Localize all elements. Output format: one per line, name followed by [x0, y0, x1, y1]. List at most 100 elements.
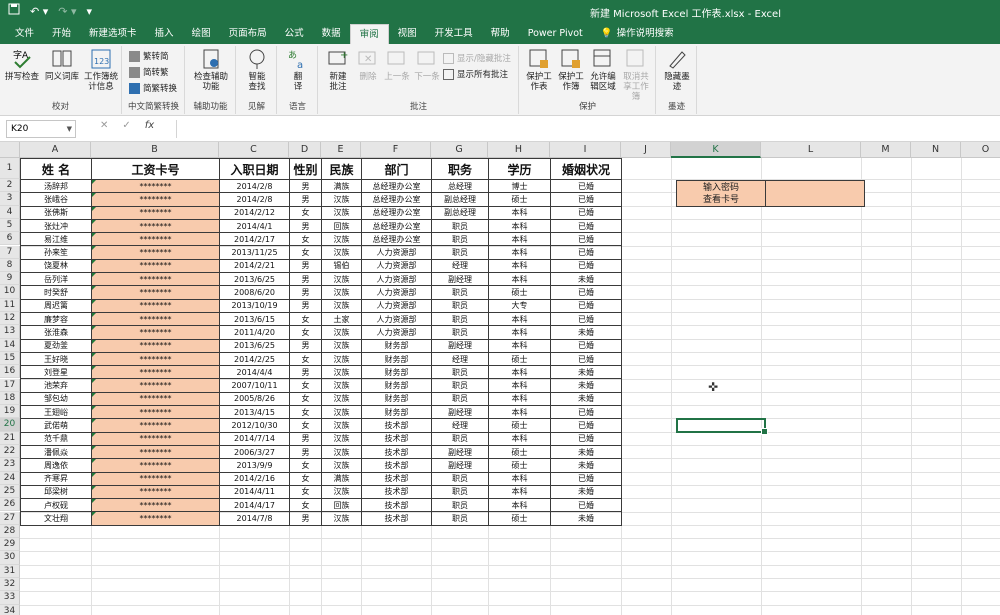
- table-cell[interactable]: 财务部: [361, 338, 432, 353]
- column-header-i[interactable]: I: [550, 142, 621, 158]
- table-cell[interactable]: 本科: [488, 272, 551, 287]
- table-cell[interactable]: 本科: [488, 484, 551, 500]
- card-number-cell[interactable]: ********: [91, 258, 220, 274]
- row-header[interactable]: 7: [0, 245, 20, 259]
- table-cell[interactable]: 未婚: [550, 444, 622, 460]
- spelling-button[interactable]: 字A 拼写检查: [4, 48, 40, 82]
- table-cell[interactable]: 总经理办公室: [361, 218, 432, 234]
- table-cell[interactable]: 文壮翔: [20, 511, 92, 526]
- table-cell[interactable]: 汉族: [321, 484, 362, 500]
- table-cell[interactable]: 副经理: [431, 272, 489, 287]
- column-header-d[interactable]: D: [289, 142, 321, 158]
- row-header[interactable]: 28: [0, 524, 20, 539]
- table-cell[interactable]: 女: [289, 351, 322, 367]
- table-cell[interactable]: 卢权砚: [20, 498, 92, 513]
- table-cell[interactable]: 王好晓: [20, 351, 92, 367]
- protect-workbook-button[interactable]: 保护工作簿: [556, 48, 586, 92]
- card-number-cell[interactable]: ********: [91, 471, 220, 486]
- table-cell[interactable]: 汉族: [321, 285, 362, 300]
- table-cell[interactable]: 财务部: [361, 351, 432, 367]
- table-header[interactable]: 学历: [488, 158, 551, 180]
- table-cell[interactable]: 女: [289, 405, 322, 420]
- table-cell[interactable]: 张佛斯: [20, 205, 92, 220]
- table-cell[interactable]: 硕士: [488, 192, 551, 207]
- table-cell[interactable]: 已婚: [550, 192, 622, 207]
- table-cell[interactable]: 博士: [488, 178, 551, 194]
- card-number-cell[interactable]: ********: [91, 178, 220, 194]
- table-cell[interactable]: 武偌萌: [20, 418, 92, 433]
- table-cell[interactable]: 副总经理: [431, 205, 489, 220]
- table-cell[interactable]: 本科: [488, 378, 551, 393]
- table-cell[interactable]: 汉族: [321, 298, 362, 313]
- table-cell[interactable]: 已婚: [550, 285, 622, 300]
- row-header[interactable]: 22: [0, 445, 20, 459]
- card-number-cell[interactable]: ********: [91, 338, 220, 353]
- row-header[interactable]: 20: [0, 418, 20, 432]
- card-number-cell[interactable]: ********: [91, 311, 220, 327]
- save-icon[interactable]: [8, 3, 20, 20]
- table-cell[interactable]: 满族: [321, 471, 362, 486]
- table-header[interactable]: 民族: [321, 158, 362, 180]
- table-cell[interactable]: 汉族: [321, 365, 362, 380]
- row-header[interactable]: 24: [0, 471, 20, 485]
- row-header[interactable]: 8: [0, 258, 20, 273]
- table-cell[interactable]: 汉族: [321, 192, 362, 207]
- table-cell[interactable]: 人力资源部: [361, 285, 432, 300]
- table-cell[interactable]: 总经理办公室: [361, 178, 432, 194]
- table-cell[interactable]: 人力资源部: [361, 311, 432, 327]
- table-cell[interactable]: 已婚: [550, 498, 622, 513]
- tab-help[interactable]: 帮助: [482, 24, 519, 44]
- table-cell[interactable]: 易江维: [20, 232, 92, 247]
- row-header[interactable]: 21: [0, 431, 20, 445]
- table-cell[interactable]: 本科: [488, 205, 551, 220]
- table-cell[interactable]: 未婚: [550, 511, 622, 526]
- translate-button[interactable]: あa 翻译: [282, 48, 314, 92]
- card-number-cell[interactable]: ********: [91, 511, 220, 526]
- table-cell[interactable]: 汉族: [321, 338, 362, 353]
- column-header-k[interactable]: K: [671, 142, 761, 158]
- table-cell[interactable]: 本科: [488, 218, 551, 234]
- card-number-cell[interactable]: ********: [91, 418, 220, 433]
- table-cell[interactable]: 硕士: [488, 444, 551, 460]
- table-cell[interactable]: 男: [289, 178, 322, 194]
- table-cell[interactable]: 硕士: [488, 285, 551, 300]
- table-cell[interactable]: 王翅峪: [20, 405, 92, 420]
- card-number-cell[interactable]: ********: [91, 444, 220, 460]
- table-header[interactable]: 工资卡号: [91, 158, 220, 180]
- table-cell[interactable]: 男: [289, 431, 322, 446]
- table-cell[interactable]: 女: [289, 311, 322, 327]
- table-cell[interactable]: 土家: [321, 311, 362, 327]
- row-header[interactable]: 10: [0, 285, 20, 299]
- table-cell[interactable]: 2013/6/15: [219, 311, 290, 327]
- table-cell[interactable]: 财务部: [361, 365, 432, 380]
- table-cell[interactable]: 未婚: [550, 484, 622, 500]
- table-cell[interactable]: 2013/6/25: [219, 338, 290, 353]
- table-cell[interactable]: 职员: [431, 285, 489, 300]
- row-header[interactable]: 18: [0, 391, 20, 406]
- table-cell[interactable]: 女: [289, 471, 322, 486]
- table-header[interactable]: 性别: [289, 158, 322, 180]
- table-cell[interactable]: 2005/8/26: [219, 391, 290, 407]
- table-cell[interactable]: 本科: [488, 365, 551, 380]
- card-number-cell[interactable]: ********: [91, 378, 220, 393]
- tell-me-search[interactable]: 💡 操作说明搜索: [592, 24, 683, 44]
- card-number-cell[interactable]: ********: [91, 272, 220, 287]
- table-cell[interactable]: 本科: [488, 258, 551, 274]
- hide-ink-button[interactable]: 隐藏墨迹: [661, 48, 693, 92]
- table-cell[interactable]: 时癸舒: [20, 285, 92, 300]
- column-header-a[interactable]: A: [20, 142, 91, 158]
- to-traditional-button[interactable]: 简转繁: [129, 66, 169, 78]
- tab-view[interactable]: 视图: [389, 24, 426, 44]
- table-cell[interactable]: 未婚: [550, 272, 622, 287]
- table-cell[interactable]: 已婚: [550, 418, 622, 433]
- table-cell[interactable]: 周迟篱: [20, 298, 92, 313]
- table-cell[interactable]: 职员: [431, 511, 489, 526]
- table-cell[interactable]: 人力资源部: [361, 258, 432, 274]
- customize-icon[interactable]: ▾: [87, 4, 93, 20]
- table-cell[interactable]: 2014/7/14: [219, 431, 290, 446]
- table-cell[interactable]: 范千鼎: [20, 431, 92, 446]
- table-cell[interactable]: 男: [289, 444, 322, 460]
- table-cell[interactable]: 汉族: [321, 272, 362, 287]
- table-cell[interactable]: 周逸依: [20, 458, 92, 473]
- table-cell[interactable]: 女: [289, 205, 322, 220]
